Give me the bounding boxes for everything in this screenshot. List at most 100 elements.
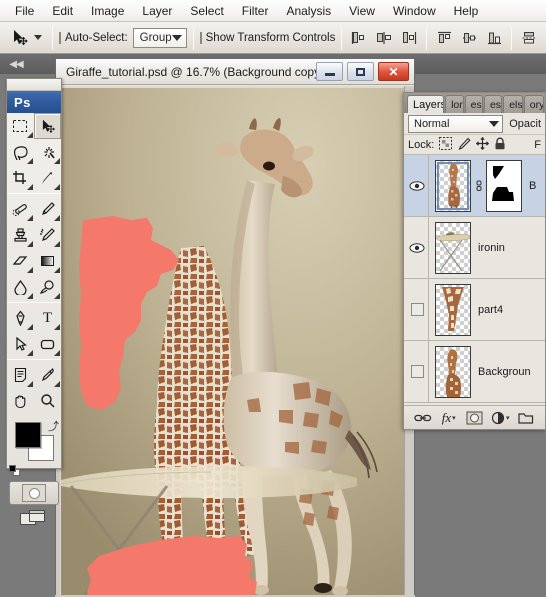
layer-row-background-copy[interactable]: B bbox=[404, 154, 545, 217]
image-canvas[interactable] bbox=[61, 88, 404, 596]
align-bottom-edges-icon[interactable] bbox=[483, 27, 505, 49]
flyout-triangle-icon bbox=[54, 215, 60, 221]
tab-history[interactable]: ory bbox=[523, 95, 545, 113]
layer-thumbnail[interactable] bbox=[435, 283, 471, 336]
layer-name[interactable]: Backgroun bbox=[478, 366, 531, 378]
tool-horizontal-type[interactable]: T bbox=[34, 305, 61, 331]
layer-thumbnail[interactable] bbox=[435, 221, 471, 274]
layer-thumbnails bbox=[429, 345, 471, 398]
tool-eraser[interactable] bbox=[7, 248, 34, 274]
tool-history-brush[interactable] bbox=[34, 222, 61, 248]
menu-item-image[interactable]: Image bbox=[82, 2, 133, 20]
minimize-icon bbox=[324, 73, 335, 76]
tool-spot-healing-brush[interactable] bbox=[7, 196, 34, 222]
minimize-button[interactable] bbox=[316, 62, 343, 81]
maximize-button[interactable] bbox=[347, 62, 374, 81]
blend-mode-dropdown[interactable]: Normal bbox=[408, 114, 504, 133]
layer-row-part4[interactable]: part4 bbox=[404, 278, 545, 341]
options-divider-4 bbox=[426, 25, 428, 50]
menu-item-select[interactable]: Select bbox=[181, 2, 232, 20]
tool-clone-stamp[interactable] bbox=[7, 222, 34, 248]
layer-thumbnail[interactable] bbox=[435, 159, 471, 212]
layer-visibility-toggle[interactable] bbox=[406, 240, 428, 256]
tool-pen[interactable] bbox=[7, 305, 34, 331]
align-right-edges-icon[interactable] bbox=[398, 27, 420, 49]
collapse-panels-icon[interactable]: ◀◀ bbox=[4, 56, 28, 72]
menu-item-layer[interactable]: Layer bbox=[133, 2, 181, 20]
align-horizontal-centers-icon[interactable] bbox=[373, 27, 395, 49]
new-group-button[interactable] bbox=[516, 409, 536, 427]
tool-brush[interactable] bbox=[34, 196, 61, 222]
swap-colors-icon[interactable]: ⤴ bbox=[48, 418, 59, 434]
toolbox-separator-2 bbox=[7, 302, 61, 303]
tool-preset-caret-icon[interactable] bbox=[34, 35, 42, 40]
add-layer-mask-button[interactable] bbox=[464, 409, 484, 427]
lock-position-icon[interactable] bbox=[476, 136, 490, 153]
tool-crop[interactable] bbox=[7, 165, 34, 191]
tool-rectangular-marquee[interactable] bbox=[7, 113, 34, 139]
current-tool-selector[interactable] bbox=[5, 27, 46, 49]
align-left-edges-icon[interactable] bbox=[348, 27, 370, 49]
tab-color[interactable]: lor bbox=[445, 95, 464, 113]
layer-visibility-toggle[interactable] bbox=[406, 178, 428, 194]
link-mask-icon[interactable] bbox=[474, 177, 483, 195]
layer-row-ironing[interactable]: ironin bbox=[404, 216, 545, 279]
align-vertical-centers-icon[interactable] bbox=[458, 27, 480, 49]
link-layers-button[interactable] bbox=[413, 409, 433, 427]
layer-thumbnail[interactable] bbox=[435, 345, 471, 398]
layer-visibility-toggle[interactable] bbox=[406, 365, 428, 378]
lock-image-pixels-icon[interactable] bbox=[457, 137, 471, 153]
close-button[interactable]: ✕ bbox=[378, 62, 409, 81]
flyout-triangle-icon bbox=[54, 350, 60, 356]
lock-all-icon[interactable] bbox=[494, 137, 506, 153]
tool-hand[interactable] bbox=[7, 388, 34, 414]
tool-zoom[interactable] bbox=[34, 388, 61, 414]
layer-visibility-toggle[interactable] bbox=[406, 303, 428, 316]
tool-gradient[interactable] bbox=[34, 248, 61, 274]
change-screen-mode-button[interactable] bbox=[7, 505, 61, 531]
tool-rounded-rectangle[interactable] bbox=[34, 331, 61, 357]
document-title-bar[interactable]: Giraffe_tutorial.psd @ 16.7% (Background… bbox=[56, 59, 414, 85]
menu-item-view[interactable]: View bbox=[340, 2, 384, 20]
tool-path-selection[interactable] bbox=[7, 331, 34, 357]
layer-name[interactable]: ironin bbox=[478, 242, 505, 254]
edit-in-quick-mask-mode-button[interactable] bbox=[9, 481, 59, 505]
tab-channels[interactable]: els bbox=[503, 95, 523, 113]
default-colors-icon[interactable] bbox=[9, 465, 20, 476]
tool-slice[interactable] bbox=[34, 165, 61, 191]
image-content bbox=[61, 88, 404, 596]
align-top-edges-icon[interactable] bbox=[433, 27, 455, 49]
layer-row-background[interactable]: Backgroun bbox=[404, 340, 545, 403]
toolbox-separator-1 bbox=[7, 193, 61, 194]
tool-eyedropper[interactable] bbox=[34, 362, 61, 388]
tab-paths[interactable]: es bbox=[483, 95, 503, 113]
lock-transparent-pixels-icon[interactable] bbox=[439, 136, 453, 153]
new-fill-adjustment-layer-button[interactable]: ▾ bbox=[490, 409, 510, 427]
tool-magic-wand[interactable] bbox=[34, 139, 61, 165]
menu-item-analysis[interactable]: Analysis bbox=[277, 2, 340, 20]
menu-item-help[interactable]: Help bbox=[445, 2, 488, 20]
auto-select-checkbox[interactable] bbox=[59, 31, 61, 44]
auto-select-scope-dropdown[interactable]: Group bbox=[132, 27, 187, 48]
tool-move[interactable] bbox=[34, 113, 61, 139]
tool-dodge[interactable] bbox=[34, 274, 61, 300]
toolbox-drag-handle[interactable] bbox=[7, 79, 61, 91]
tool-lasso[interactable] bbox=[7, 139, 34, 165]
tool-notes[interactable] bbox=[7, 362, 34, 388]
distribute-top-edges-icon[interactable] bbox=[518, 27, 540, 49]
add-layer-style-button[interactable]: fx ▾ bbox=[439, 409, 459, 427]
quick-mask-dot-icon bbox=[28, 487, 40, 499]
menu-item-edit[interactable]: Edit bbox=[43, 2, 82, 20]
menu-item-filter[interactable]: Filter bbox=[233, 2, 278, 20]
tool-blur[interactable] bbox=[7, 274, 34, 300]
foreground-color-swatch[interactable] bbox=[15, 422, 41, 448]
menu-item-file[interactable]: File bbox=[6, 2, 43, 20]
layer-name[interactable]: part4 bbox=[478, 304, 503, 316]
layer-mask-thumbnail[interactable] bbox=[486, 159, 522, 212]
show-transform-controls-checkbox[interactable] bbox=[199, 31, 202, 44]
menu-item-window[interactable]: Window bbox=[384, 2, 445, 20]
layer-name[interactable]: B bbox=[529, 180, 536, 192]
eye-icon-off bbox=[410, 365, 424, 378]
tab-styles[interactable]: es bbox=[464, 95, 483, 113]
tab-layers[interactable]: Layers ✕ bbox=[407, 95, 445, 113]
